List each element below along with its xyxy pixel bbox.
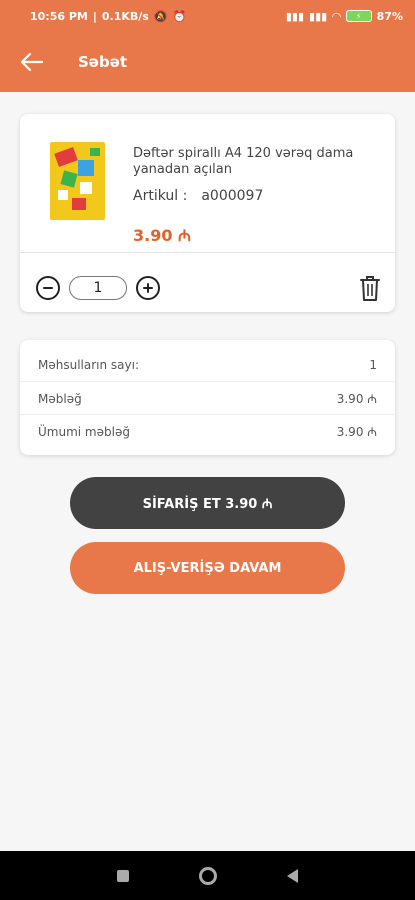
product-price: 3.90 ₼ (133, 226, 192, 245)
minus-icon (43, 287, 53, 289)
summary-value: 3.90 ₼ (336, 392, 377, 406)
decrease-quantity-button[interactable] (36, 276, 60, 300)
article-value: a000097 (201, 188, 264, 204)
place-order-button[interactable]: SİFARİŞ ET 3.90 ₼ (70, 477, 345, 529)
article-row: Artikul : a000097 (133, 188, 263, 204)
increase-quantity-button[interactable] (136, 276, 160, 300)
status-bar: 10:56 PM | 0.1KB/s 🔕 ⏰ ▮▮▮ ▮▮▮ ◠ ⚡ 87% (0, 0, 415, 32)
cart-item-card: Dəftər spirallı A4 120 vərəq dama yanada… (20, 114, 395, 312)
summary-label: Məbləğ (38, 391, 82, 406)
product-image[interactable] (50, 142, 105, 220)
home-icon[interactable] (199, 866, 217, 885)
summary-value: 3.90 ₼ (336, 425, 377, 439)
plus-icon (143, 283, 153, 293)
trash-icon[interactable] (358, 274, 382, 302)
summary-row-amount: Məbləğ 3.90 ₼ (20, 381, 395, 415)
wifi-icon: ◠ (332, 9, 341, 23)
system-nav-bar (0, 851, 415, 900)
summary-label: Ümumi məbləğ (38, 424, 130, 439)
mute-alarm-icon: 🔕 (153, 9, 168, 23)
back-triangle-icon[interactable] (287, 868, 298, 883)
article-label: Artikul : (133, 188, 188, 204)
divider (20, 252, 395, 253)
signal-icon: ▮▮▮ (285, 9, 305, 23)
quantity-input[interactable]: 1 (69, 276, 127, 300)
summary-value: 1 (369, 358, 377, 372)
back-button[interactable] (4, 32, 60, 92)
network-speed: 0.1KB/s (101, 9, 149, 23)
alarm-clock-icon: ⏰ (172, 9, 187, 23)
page-title: Səbət (78, 53, 128, 71)
order-summary: Məhsulların sayı: 1 Məbləğ 3.90 ₼ Ümumi … (20, 340, 395, 455)
summary-row-total: Ümumi məbləğ 3.90 ₼ (20, 414, 395, 448)
app-bar: Səbət (0, 32, 415, 92)
summary-label: Məhsulların sayı: (38, 358, 139, 372)
summary-row-count: Məhsulların sayı: 1 (20, 348, 395, 382)
battery-icon: ⚡ (345, 10, 372, 22)
arrow-left-icon (21, 53, 43, 71)
continue-shopping-button[interactable]: ALIŞ-VERİŞƏ DAVAM (70, 542, 345, 594)
battery-percent: 87% (376, 9, 403, 23)
status-time: 10:56 PM (30, 9, 88, 23)
recents-icon[interactable] (117, 869, 129, 882)
signal-icon-2: ▮▮▮ (309, 9, 328, 23)
product-name[interactable]: Dəftər spirallı A4 120 vərəq dama yanada… (133, 146, 363, 178)
